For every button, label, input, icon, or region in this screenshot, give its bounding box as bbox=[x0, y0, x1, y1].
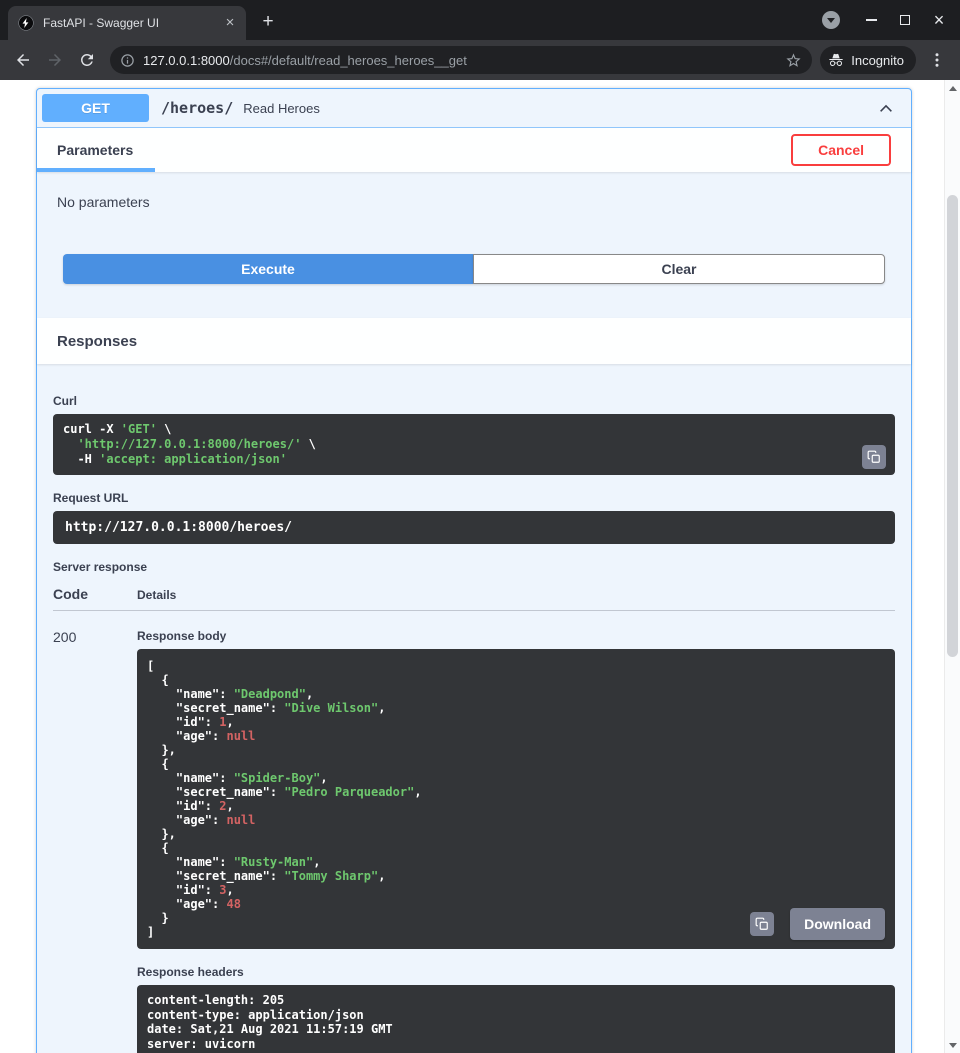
menu-button[interactable] bbox=[922, 45, 952, 75]
collapse-chevron-icon[interactable] bbox=[878, 100, 906, 116]
tab-strip: FastAPI - Swagger UI × + × bbox=[0, 0, 960, 40]
reload-button[interactable] bbox=[72, 45, 102, 75]
response-row: 200 Response body [ { "name": "Deadpond"… bbox=[53, 611, 895, 1053]
window-controls: × bbox=[822, 0, 956, 40]
cancel-button[interactable]: Cancel bbox=[791, 134, 891, 166]
responses-title: Responses bbox=[57, 333, 137, 350]
scrollbar-up-button[interactable] bbox=[945, 80, 960, 96]
curl-label: Curl bbox=[53, 394, 895, 408]
opblock-get-heroes: GET /heroes/ Read Heroes Parameters Canc… bbox=[36, 88, 912, 1053]
bookmark-star-icon[interactable] bbox=[785, 52, 802, 69]
request-url-value: http://127.0.0.1:8000/heroes/ bbox=[53, 511, 895, 544]
incognito-badge: Incognito bbox=[820, 46, 916, 74]
curl-command-block: curl -X 'GET' \ 'http://127.0.0.1:8000/h… bbox=[53, 414, 895, 475]
copy-curl-button[interactable] bbox=[862, 445, 886, 469]
tab-parameters[interactable]: Parameters bbox=[37, 128, 155, 172]
browser-window: FastAPI - Swagger UI × + × 127.0.0.1:800… bbox=[0, 0, 960, 1053]
forward-button[interactable] bbox=[40, 45, 70, 75]
curl-command-text: curl -X 'GET' \ 'http://127.0.0.1:8000/h… bbox=[63, 422, 885, 467]
incognito-icon bbox=[828, 52, 844, 68]
download-button[interactable]: Download bbox=[790, 908, 885, 940]
scrollbar-thumb[interactable] bbox=[947, 195, 958, 657]
url-text: 127.0.0.1:8000/docs#/default/read_heroes… bbox=[143, 53, 777, 68]
maximize-button[interactable] bbox=[888, 3, 922, 37]
back-button[interactable] bbox=[8, 45, 38, 75]
execute-wrapper: Execute Clear bbox=[37, 254, 911, 318]
fastapi-favicon-icon bbox=[18, 15, 34, 31]
copy-response-button[interactable] bbox=[750, 912, 774, 936]
response-headers-label: Response headers bbox=[137, 965, 895, 979]
details-column-header: Details bbox=[137, 588, 176, 602]
scrollbar-down-button[interactable] bbox=[945, 1037, 960, 1053]
opblock-summary[interactable]: GET /heroes/ Read Heroes bbox=[37, 89, 911, 128]
server-response-label: Server response bbox=[53, 560, 895, 574]
responses-body: Curl curl -X 'GET' \ 'http://127.0.0.1:8… bbox=[37, 364, 911, 1053]
page-scrollbar[interactable] bbox=[944, 80, 960, 1053]
response-body-label: Response body bbox=[137, 629, 895, 643]
no-parameters-text: No parameters bbox=[37, 172, 911, 254]
execute-button[interactable]: Execute bbox=[63, 254, 473, 284]
tab-close-button[interactable]: × bbox=[222, 15, 238, 31]
window-close-button[interactable]: × bbox=[922, 3, 956, 37]
tab-title: FastAPI - Swagger UI bbox=[43, 16, 213, 30]
browser-toolbar: 127.0.0.1:8000/docs#/default/read_heroes… bbox=[0, 40, 960, 80]
responses-header: Responses bbox=[37, 318, 911, 364]
parameters-header: Parameters Cancel bbox=[37, 128, 911, 172]
response-table-header: Code Details bbox=[53, 580, 895, 611]
browser-tab[interactable]: FastAPI - Swagger UI × bbox=[8, 6, 246, 40]
code-column-header: Code bbox=[53, 586, 137, 602]
response-headers-block: content-length: 205content-type: applica… bbox=[137, 985, 895, 1053]
incognito-label: Incognito bbox=[851, 53, 904, 68]
clear-button[interactable]: Clear bbox=[473, 254, 885, 284]
response-body-json: [ { "name": "Deadpond", "secret_name": "… bbox=[147, 659, 885, 939]
new-tab-button[interactable]: + bbox=[254, 8, 282, 36]
response-body-block: [ { "name": "Deadpond", "secret_name": "… bbox=[137, 649, 895, 949]
url-host: 127.0.0.1:8000 bbox=[143, 53, 230, 68]
url-bar[interactable]: 127.0.0.1:8000/docs#/default/read_heroes… bbox=[110, 46, 812, 74]
site-info-icon[interactable] bbox=[120, 53, 135, 68]
url-path: /docs#/default/read_heroes_heroes__get bbox=[230, 53, 467, 68]
minimize-button[interactable] bbox=[854, 3, 888, 37]
tab-search-button[interactable] bbox=[822, 11, 840, 29]
operation-summary: Read Heroes bbox=[243, 101, 320, 116]
parameters-tab-label: Parameters bbox=[57, 142, 133, 158]
page-content: GET /heroes/ Read Heroes Parameters Canc… bbox=[0, 80, 960, 1053]
get-method-badge: GET bbox=[42, 94, 149, 122]
status-code: 200 bbox=[53, 629, 137, 1053]
request-url-label: Request URL bbox=[53, 491, 895, 505]
operation-path: /heroes/ bbox=[149, 99, 243, 117]
